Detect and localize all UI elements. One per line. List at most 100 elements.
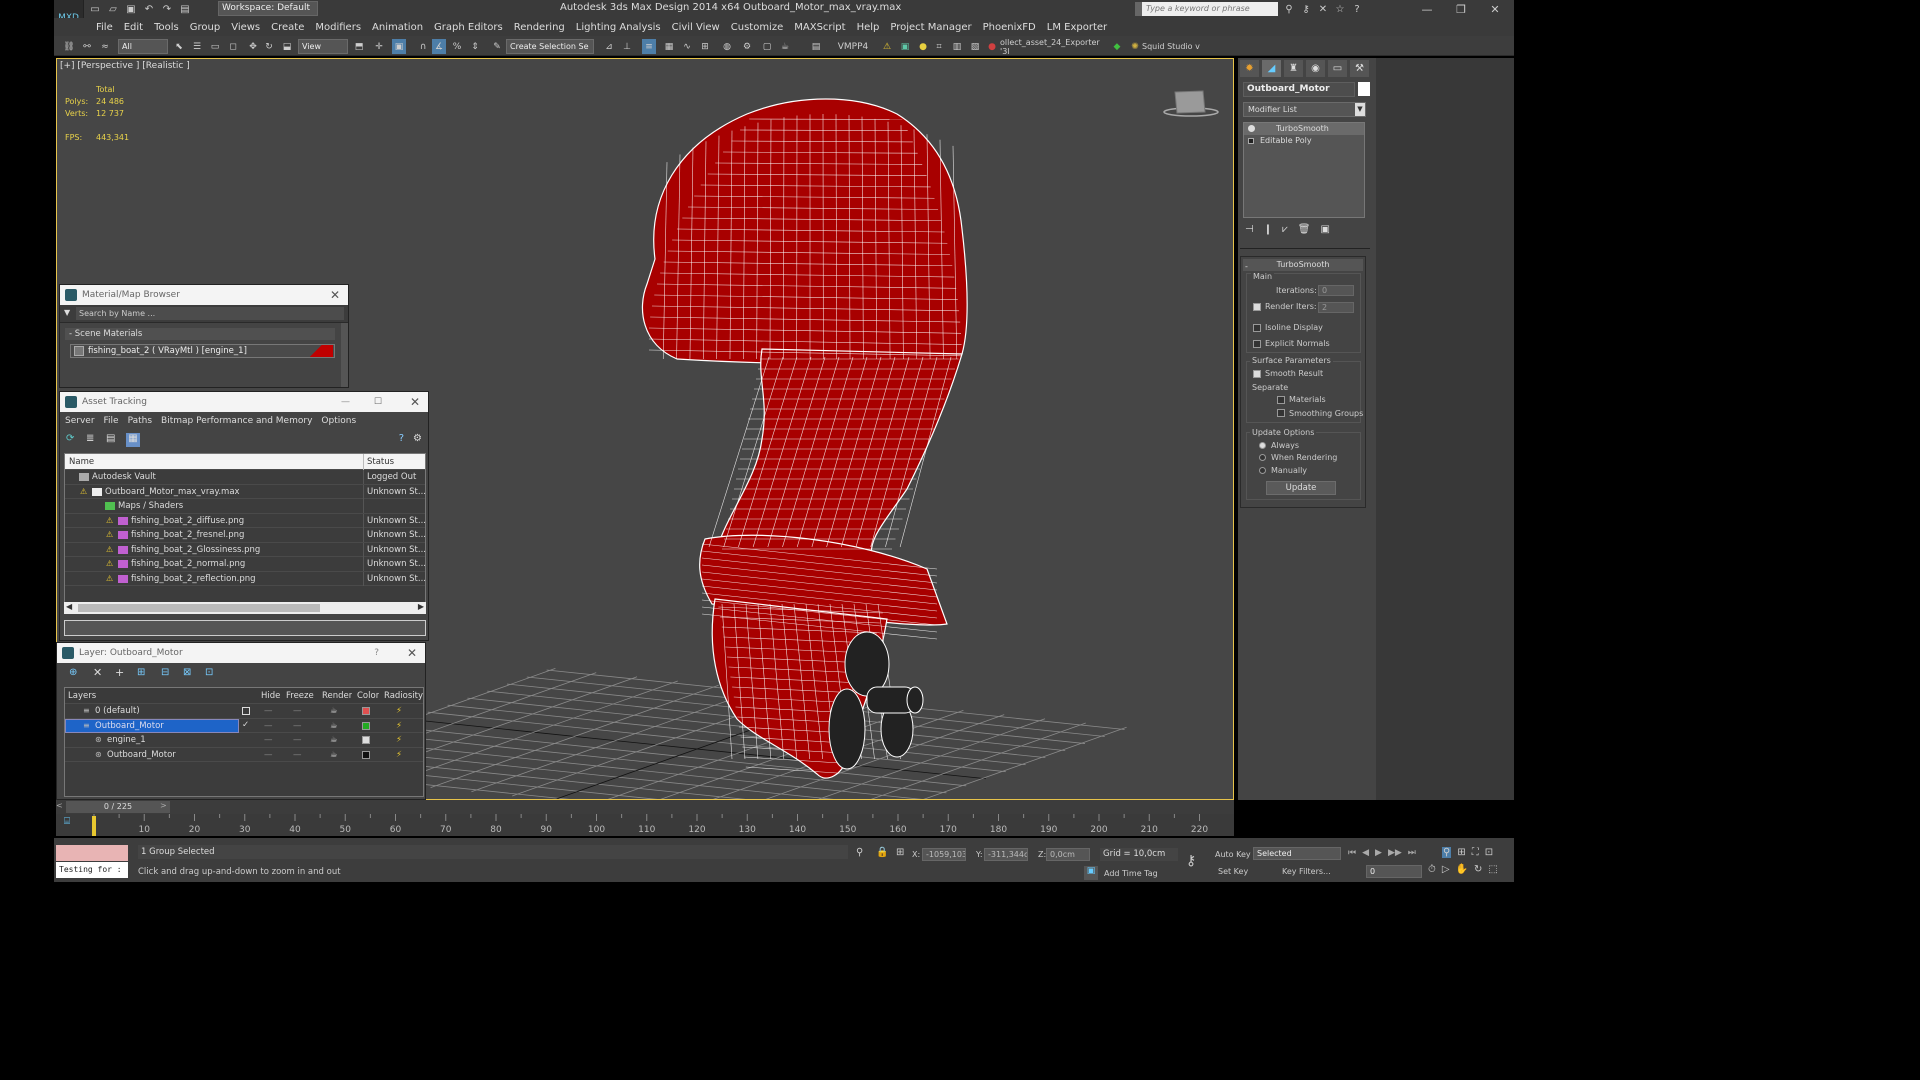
column-name[interactable]: Name (69, 454, 94, 470)
asset-row[interactable]: Maps / Shaders (65, 499, 425, 514)
asset-horizontal-scrollbar[interactable]: ◀ ▶ (64, 602, 426, 614)
refresh-icon[interactable]: ⟳ (66, 433, 79, 446)
material-editor-icon[interactable]: ◍ (720, 39, 734, 54)
scroll-thumb[interactable] (78, 604, 320, 612)
material-scrollbar[interactable] (341, 323, 348, 387)
squid-label[interactable]: Squid Studio v (1142, 39, 1202, 54)
vmpp-icon[interactable]: ▤ (808, 39, 824, 54)
star-icon[interactable]: ☆ (1333, 3, 1347, 16)
select-by-name-icon[interactable]: ☰ (190, 39, 204, 54)
close-icon[interactable]: ✕ (1478, 3, 1512, 16)
minimize-icon[interactable]: — (1410, 3, 1444, 16)
table-view-icon[interactable]: ▦ (126, 433, 140, 447)
column-status[interactable]: Status (363, 454, 394, 470)
batch-icon[interactable]: ▧ (968, 39, 982, 54)
asset-tracking-header[interactable]: Asset Tracking — ☐ ✕ (60, 392, 428, 412)
minimize-icon[interactable]: — (341, 392, 350, 412)
asset-menu-file[interactable]: File (104, 416, 119, 426)
rect-select-icon[interactable]: ▭ (208, 39, 222, 54)
expand-icon[interactable] (1248, 138, 1254, 144)
layer-manager-header[interactable]: Layer: Outboard_Motor ? ✕ (57, 643, 425, 663)
hierarchy-tab-icon[interactable]: ♜ (1284, 60, 1303, 77)
prev-frame-icon[interactable]: < (56, 801, 66, 813)
menu-civil-view[interactable]: Civil View (672, 22, 720, 33)
orbit-icon[interactable]: ↻ (1474, 864, 1482, 875)
next-frame-icon[interactable]: > (160, 801, 170, 813)
show-end-result-icon[interactable]: ❙ (1264, 224, 1272, 235)
column-radiosity[interactable]: Radiosity (384, 688, 423, 704)
zoom-all-icon[interactable]: ⊞ (1457, 847, 1465, 858)
isoline-checkbox[interactable] (1253, 324, 1261, 332)
align-icon[interactable]: ⊥ (620, 39, 634, 54)
select-layer-icon[interactable]: ⊞ (137, 667, 145, 678)
redo-icon[interactable]: ↷ (160, 3, 174, 16)
pin-stack-icon[interactable]: ⊣ (1245, 224, 1254, 235)
iterations-spinner[interactable]: 0 (1318, 285, 1354, 296)
maximize-icon[interactable]: ☐ (374, 392, 382, 412)
turbosmooth-rollout-header[interactable]: TurboSmooth (1243, 259, 1363, 271)
isolate-selection-icon[interactable]: ⚲ (856, 847, 863, 858)
asset-path-field[interactable] (64, 620, 426, 636)
squid-icon[interactable]: ✺ (1128, 39, 1142, 54)
scroll-left-icon[interactable]: ◀ (66, 602, 72, 611)
menu-animation[interactable]: Animation (372, 22, 423, 33)
menu-create[interactable]: Create (271, 22, 304, 33)
new-file-icon[interactable]: ▭ (88, 3, 102, 16)
key-mode-icon[interactable]: ⚷ (1186, 853, 1196, 869)
utilities-tab-icon[interactable]: ⚒ (1350, 60, 1369, 77)
column-freeze[interactable]: Freeze (286, 688, 314, 704)
percent-snap-icon[interactable]: % (450, 39, 464, 54)
graphite-icon[interactable]: ▦ (662, 39, 676, 54)
smoothing-groups-checkbox[interactable] (1277, 409, 1285, 417)
render-teapot-icon[interactable]: ☕ (330, 704, 338, 718)
help-icon[interactable]: ? (1350, 3, 1364, 16)
pivot-icon[interactable]: ⬒ (352, 39, 366, 54)
keyboard-shortcut-icon[interactable]: ▣ (392, 39, 406, 54)
key-filters-button[interactable]: Key Filters... (1282, 867, 1331, 876)
layer-color-swatch[interactable] (362, 736, 370, 744)
menu-maxscript[interactable]: MAXScript (794, 22, 845, 33)
layer-color-swatch[interactable] (362, 721, 370, 730)
hide-toggle[interactable]: — (264, 748, 273, 762)
edit-named-selection-icon[interactable]: ✎ (490, 39, 504, 54)
menu-tools[interactable]: Tools (154, 22, 179, 33)
smooth-result-checkbox[interactable] (1253, 370, 1261, 378)
maximize-viewport-icon[interactable]: ⬚ (1488, 864, 1497, 875)
asset-row[interactable]: ⚠ fishing_boat_2_normal.png Unknown St... (65, 557, 426, 572)
menu-rendering[interactable]: Rendering (514, 22, 565, 33)
schematic-view-icon[interactable]: ⊞ (698, 39, 712, 54)
current-frame-marker[interactable] (92, 816, 96, 836)
curve-editor-icon[interactable]: ∿ (680, 39, 694, 54)
auto-key-button[interactable]: Auto Key (1215, 850, 1251, 859)
hide-toggle[interactable]: — (264, 719, 273, 733)
layer-color-swatch[interactable] (362, 707, 370, 715)
scroll-right-icon[interactable]: ▶ (418, 602, 424, 611)
configure-modifier-icon[interactable]: ▣ (1320, 224, 1329, 235)
current-layer-check-icon[interactable]: ✓ (242, 718, 250, 726)
when-rendering-radio[interactable] (1259, 454, 1266, 461)
freeze-toggle[interactable]: — (293, 719, 302, 733)
manually-radio[interactable] (1259, 467, 1266, 474)
go-to-end-icon[interactable]: ⏭ (1408, 848, 1416, 858)
render-iters-checkbox[interactable] (1253, 303, 1261, 311)
material-item[interactable]: fishing_boat_2 ( VRayMtl ) [engine_1] (70, 344, 335, 358)
exporter-icon[interactable]: ● (986, 39, 998, 54)
radiosity-icon[interactable]: ⚡ (396, 748, 402, 762)
time-tag-icon[interactable]: ▣ (1084, 866, 1098, 880)
close-icon[interactable]: ✕ (410, 392, 420, 412)
viewport-label[interactable]: [+] [Perspective ] [Realistic ] (60, 61, 190, 71)
render-teapot-icon[interactable]: ☕ (330, 748, 338, 762)
save-layout-icon[interactable]: ▥ (950, 39, 964, 54)
track-bar[interactable]: 10 20 30 40 50 60 70 80 90 100 110 120 130 140 150 160 1… (56, 814, 1234, 836)
menu-graph-editors[interactable]: Graph Editors (434, 22, 503, 33)
angle-snap-icon[interactable]: ∡ (432, 39, 446, 54)
always-radio[interactable] (1259, 442, 1266, 449)
material-search-input[interactable]: Search by Name ... (76, 307, 344, 320)
radiosity-icon[interactable]: ⚡ (396, 719, 402, 733)
unlink-icon[interactable]: ⚯ (80, 39, 94, 54)
menu-lighting-analysis[interactable]: Lighting Analysis (576, 22, 661, 33)
create-tab-icon[interactable]: ✹ (1240, 60, 1259, 77)
motion-tab-icon[interactable]: ◉ (1306, 60, 1325, 77)
update-button[interactable]: Update (1266, 481, 1336, 495)
stack-item-turbosmooth[interactable]: TurboSmooth (1244, 123, 1364, 135)
